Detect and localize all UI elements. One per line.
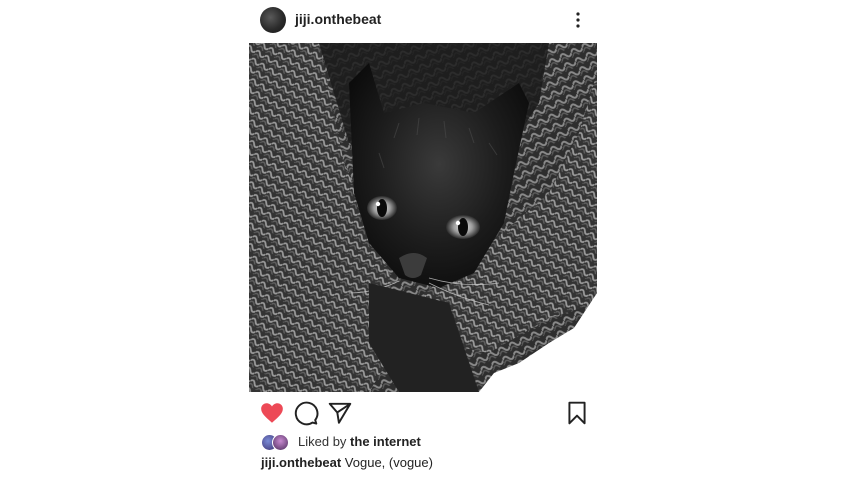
heart-icon[interactable]: [259, 400, 285, 426]
liked-by-text: Liked by the internet: [298, 434, 421, 449]
share-icon[interactable]: [327, 400, 353, 426]
liked-by-name[interactable]: the internet: [350, 434, 421, 449]
post-image[interactable]: [249, 43, 597, 392]
liked-prefix: Liked by: [298, 434, 347, 449]
caption-username[interactable]: jiji.onthebeat: [261, 455, 341, 470]
caption: jiji.onthebeat Vogue, (vogue): [261, 455, 433, 470]
post-card: jiji.onthebeat Liked by the internet jij…: [249, 0, 597, 482]
bookmark-icon[interactable]: [564, 400, 590, 426]
username[interactable]: jiji.onthebeat: [295, 11, 381, 27]
liked-by: Liked by the internet: [261, 433, 591, 451]
more-options-icon[interactable]: [571, 10, 585, 30]
post-header: jiji.onthebeat: [249, 0, 597, 40]
comment-icon[interactable]: [293, 400, 319, 426]
post-actions: [249, 400, 597, 426]
caption-text: Vogue, (vogue): [344, 455, 433, 470]
liker-avatars[interactable]: [261, 433, 291, 451]
avatar[interactable]: [260, 7, 286, 33]
